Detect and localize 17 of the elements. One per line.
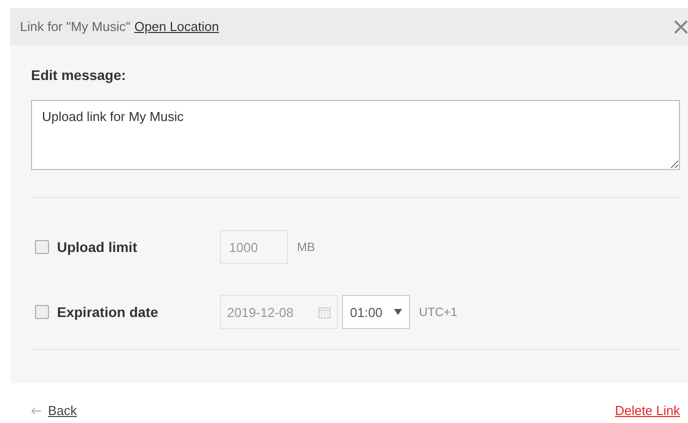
message-field[interactable]: Upload link for My Music <box>31 100 680 170</box>
message-label: Edit message: <box>31 67 127 85</box>
timezone-label: UTC+1 <box>419 305 458 319</box>
left-arrow-icon <box>31 406 42 414</box>
option-label: Upload limit <box>57 239 138 255</box>
unit-label: MB <box>297 240 315 254</box>
checkbox[interactable] <box>35 305 49 319</box>
option-label: Expiration date <box>57 304 160 320</box>
dropdown-caret-icon <box>394 309 402 315</box>
checkbox[interactable] <box>35 240 49 254</box>
dialog-title: Link for "My Music" <box>20 19 130 34</box>
close-icon[interactable] <box>674 20 688 34</box>
open-location-link[interactable]: Open Location <box>134 19 219 34</box>
back-link[interactable]: Back <box>31 403 77 418</box>
time-select[interactable]: 01:00 <box>342 295 410 329</box>
calendar-icon <box>318 306 331 318</box>
delete-link[interactable]: Delete Link <box>614 403 680 418</box>
